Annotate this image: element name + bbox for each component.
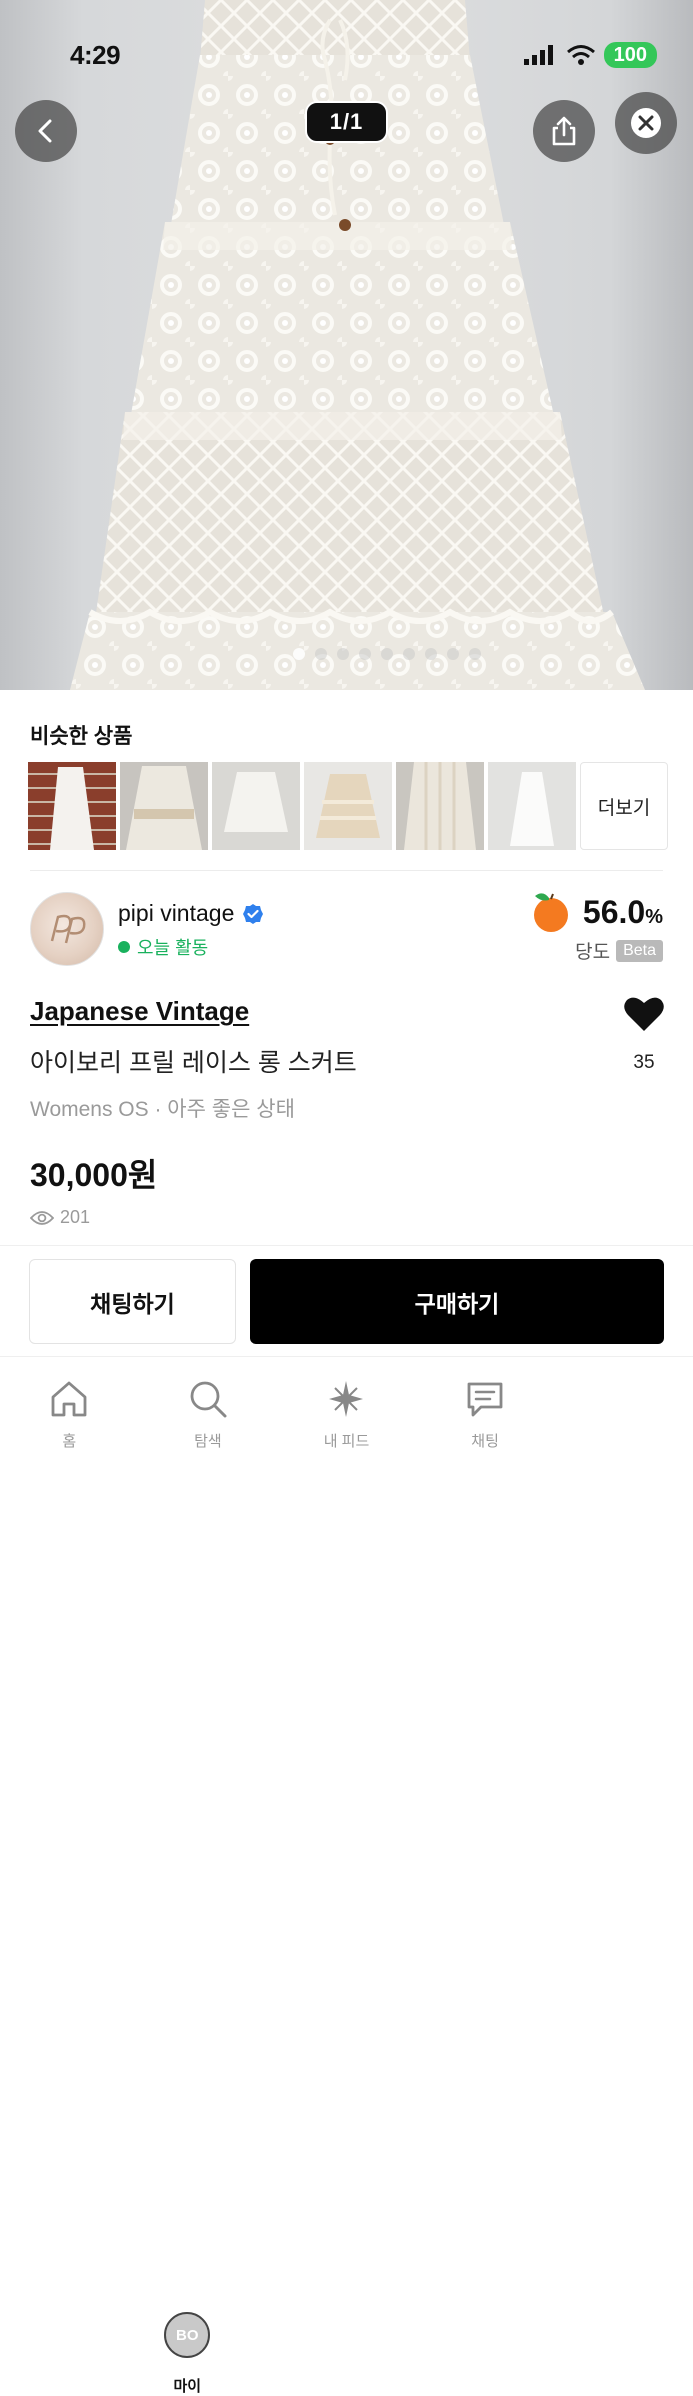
page-dot — [337, 648, 349, 660]
home-icon — [51, 1381, 87, 1417]
page-dot — [469, 648, 481, 660]
similar-products-title: 비슷한 상품 — [30, 725, 133, 748]
similar-product-thumb[interactable] — [396, 762, 484, 850]
buy-button[interactable]: 구매하기 — [250, 1259, 664, 1344]
similar-product-thumb[interactable] — [120, 762, 208, 850]
tab-label: 내 피드 — [323, 1433, 370, 1450]
chat-icon — [467, 1382, 503, 1417]
chevron-left-icon — [38, 119, 52, 143]
share-icon — [552, 116, 576, 146]
orange-fruit-icon — [533, 893, 568, 932]
score-value-wrap: 56.0% — [583, 894, 663, 931]
seller-avatar[interactable] — [30, 892, 104, 966]
heart-icon — [624, 997, 664, 1031]
close-button[interactable] — [615, 92, 677, 154]
tab-label: 마이 — [173, 2378, 202, 2395]
back-button[interactable] — [15, 100, 77, 162]
page-dot — [403, 648, 415, 660]
status-icons: 100 — [523, 42, 657, 68]
tab-label: 탐색 — [194, 1433, 222, 1450]
brand-link[interactable]: Japanese Vintage — [30, 996, 249, 1027]
battery-indicator: 100 — [603, 42, 657, 68]
seller-activity: 오늘 활동 — [118, 934, 208, 960]
tab-label: 채팅 — [471, 1433, 499, 1450]
score-caption: 당도 Beta — [575, 937, 663, 964]
chat-button[interactable]: 채팅하기 — [29, 1259, 236, 1344]
similar-product-thumb[interactable] — [304, 762, 392, 850]
more-similar-button[interactable]: 더보기 — [580, 762, 668, 850]
view-count: 201 — [60, 1207, 91, 1227]
seller-name: pipi vintage — [118, 900, 235, 926]
page-dot — [315, 648, 327, 660]
tab-label: 홈 — [62, 1433, 77, 1450]
similar-product-thumb[interactable] — [488, 762, 576, 850]
profile-avatar: BO — [164, 2312, 211, 2358]
search-icon — [190, 1381, 227, 1418]
tab-home[interactable]: 홈 — [0, 1358, 139, 1500]
share-button[interactable] — [533, 100, 595, 162]
product-meta: Womens OS · 아주 좋은 상태 — [30, 1098, 295, 1121]
tab-chat[interactable]: 채팅 — [416, 1358, 555, 1500]
sweetness-score: 56.0% — [529, 890, 663, 934]
action-bar: 채팅하기 구매하기 — [0, 1245, 693, 1357]
activity-label: 오늘 활동 — [137, 938, 209, 958]
view-count-row: 201 — [30, 1207, 90, 1228]
similar-products-list: 더보기 — [28, 762, 668, 850]
page-dot — [447, 648, 459, 660]
sparkle-icon — [329, 1381, 364, 1417]
page-dot — [359, 648, 371, 660]
page-dot — [425, 648, 437, 660]
seller-logo-image — [50, 914, 86, 944]
page-dot — [381, 648, 393, 660]
tab-feed[interactable]: 내 피드 — [277, 1358, 416, 1500]
product-title: 아이보리 프릴 레이스 롱 스커트 — [30, 1049, 357, 1077]
pagination-dots — [293, 648, 481, 660]
verified-badge-icon — [243, 903, 264, 924]
beta-badge: Beta — [616, 939, 663, 962]
status-time: 4:29 — [70, 40, 121, 70]
bottom-tab-bar: 홈 탐색 내 피드 채팅 BO 마이 — [0, 1358, 693, 2395]
section-divider — [30, 870, 663, 871]
similar-product-thumb[interactable] — [212, 762, 300, 850]
like-count: 35 — [633, 1052, 655, 1073]
wifi-icon — [566, 45, 595, 65]
product-price: 30,000원 — [30, 1157, 158, 1193]
like-button[interactable]: 35 — [623, 995, 665, 1074]
product-image-viewer[interactable]: 4:29 100 1/1 — [0, 0, 693, 690]
page-dot — [293, 648, 305, 660]
eye-icon — [30, 1210, 54, 1225]
similar-product-thumb[interactable] — [28, 762, 116, 850]
close-circle-icon — [631, 108, 661, 138]
signal-icon — [523, 45, 553, 65]
score-label: 당도 — [575, 942, 611, 963]
activity-dot-icon — [118, 941, 130, 953]
tab-my[interactable]: BO 마이 — [118, 2292, 257, 2396]
score-unit: % — [645, 905, 663, 928]
seller-name-row[interactable]: pipi vintage — [118, 900, 264, 927]
image-counter: 1/1 — [305, 101, 388, 143]
tab-search[interactable]: 탐색 — [139, 1358, 278, 1500]
score-value: 56.0 — [582, 893, 646, 930]
